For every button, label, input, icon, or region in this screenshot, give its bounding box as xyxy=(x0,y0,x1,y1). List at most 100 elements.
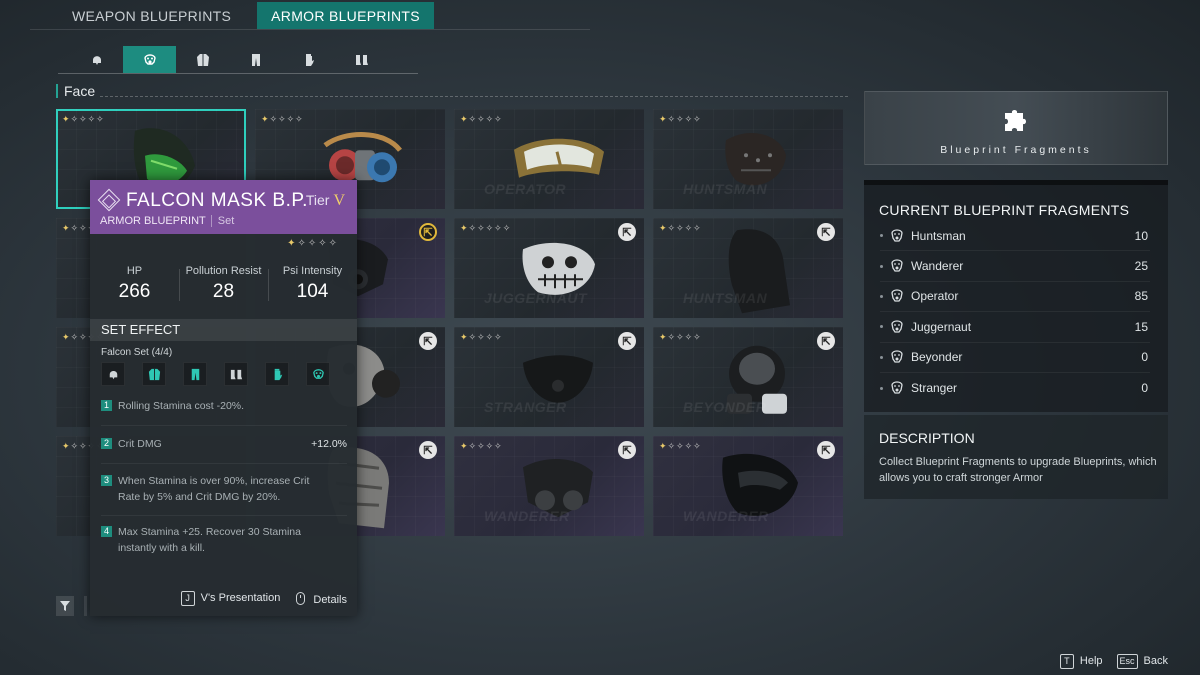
blueprint-card[interactable]: BEYONDER ✦✧✧✧✧ ⇱ xyxy=(653,327,843,427)
filter-divider xyxy=(84,596,87,616)
upgrade-badge-icon: ⇱ xyxy=(618,223,636,241)
fragment-name: Operator xyxy=(911,289,959,304)
fragment-row-stranger: Stranger 0 xyxy=(880,373,1150,403)
helmet-icon xyxy=(92,55,101,65)
fragment-count: 25 xyxy=(1134,259,1148,274)
glove-icon xyxy=(305,53,314,66)
section-divider xyxy=(100,96,848,97)
upgrade-badge-icon: ⇱ xyxy=(419,332,437,350)
tier-display: Tier V xyxy=(305,192,345,209)
category-divider xyxy=(58,73,418,74)
upgrade-badge-icon: ⇱ xyxy=(618,332,636,350)
set-piece-feet xyxy=(224,362,248,386)
pants-icon xyxy=(251,53,260,66)
stat-pollution-resist: Pollution Resist 28 xyxy=(179,265,268,303)
gas-mask-icon xyxy=(143,53,156,65)
tab-feet[interactable] xyxy=(335,46,388,73)
card-stars: ✦✧✧✧✧ xyxy=(261,114,304,124)
filter-icon xyxy=(60,601,70,611)
tabs-divider xyxy=(30,29,590,30)
archetype-watermark: BEYONDER xyxy=(683,399,767,415)
fragments-list: Huntsman 10 Wanderer 25 Operator 85 Juggernaut… xyxy=(880,221,1150,403)
mouse-icon xyxy=(296,591,306,605)
set-effect-header: SET EFFECT xyxy=(90,319,357,341)
fragments-banner: Blueprint Fragments xyxy=(864,91,1168,165)
filter-button[interactable] xyxy=(56,596,74,616)
tooltip-header: FALCON MASK B.P. Tier V ARMOR BLUEPRINT Se… xyxy=(90,180,357,234)
archetype-watermark: STRANGER xyxy=(484,399,567,415)
huntsman-mask-icon xyxy=(889,228,905,244)
archetype-watermark: HUNTSMAN xyxy=(683,181,768,197)
card-stars: ✦✧✧✧✧✧ xyxy=(460,223,512,233)
bullet-dot xyxy=(880,234,883,238)
card-stars: ✦✧✧✧✧ xyxy=(659,441,702,451)
tab-legs[interactable] xyxy=(229,46,282,73)
fragment-name: Beyonder xyxy=(911,350,963,365)
tab-torso[interactable] xyxy=(176,46,229,73)
fragment-count: 15 xyxy=(1134,319,1148,334)
help-button[interactable]: T Help xyxy=(1059,654,1103,669)
fragment-row-juggernaut: Juggernaut 15 xyxy=(880,312,1150,343)
set-effect-2: 2 Crit DMG +12.0% xyxy=(101,436,347,452)
upgrade-badge-icon: ⇱ xyxy=(817,332,835,350)
blueprint-card[interactable]: STRANGER ✦✧✧✧✧ ⇱ xyxy=(454,327,644,427)
tab-face[interactable] xyxy=(123,46,176,73)
bottom-hints: T Help Esc Back xyxy=(1059,654,1168,669)
description-panel: DESCRIPTION Collect Blueprint Fragments … xyxy=(864,415,1168,499)
beyonder-mask-icon xyxy=(889,349,905,365)
wanderer-mask-icon xyxy=(889,258,905,274)
fragment-name: Wanderer xyxy=(911,259,964,274)
back-button[interactable]: Esc Back xyxy=(1116,654,1168,669)
rank-icon xyxy=(97,188,121,212)
star-rating: ✦✧✧✧✧ xyxy=(287,238,339,249)
tab-armor-blueprints[interactable]: ARMOR BLUEPRINTS xyxy=(257,2,434,29)
presentation-button[interactable]: J V's Presentation xyxy=(180,591,280,606)
upgrade-badge-icon: ⇱ xyxy=(817,441,835,459)
archetype-watermark: WANDERER xyxy=(484,508,570,524)
fragment-count: 0 xyxy=(1141,381,1148,396)
fragments-banner-title: Blueprint Fragments xyxy=(940,144,1092,156)
description-text: Collect Blueprint Fragments to upgrade B… xyxy=(879,456,1157,484)
upgrade-badge-icon: ⇱ xyxy=(618,441,636,459)
set-name: Falcon Set (4/4) xyxy=(101,347,173,358)
stats-row: HP 266 Pollution Resist 28 Psi Intensity… xyxy=(90,265,357,303)
archetype-watermark: JUGGERNAUT xyxy=(484,290,588,306)
blueprint-card[interactable]: WANDERER ✦✧✧✧✧ ⇱ xyxy=(653,436,843,536)
section-title: Face xyxy=(56,84,95,98)
tab-weapon-blueprints[interactable]: WEAPON BLUEPRINTS xyxy=(58,2,245,29)
blueprint-card[interactable]: HUNTSMAN ✦✧✧✧✧ ⇱ xyxy=(653,218,843,318)
blueprint-name: FALCON MASK B.P. xyxy=(126,190,308,211)
puzzle-piece-icon xyxy=(1005,110,1026,131)
armor-category-tabs xyxy=(70,46,388,73)
jacket-icon xyxy=(196,53,209,66)
set-effect-4: 4 Max Stamina +25. Recover 30 Stamina ins… xyxy=(101,524,347,556)
fragments-panel: CURRENT BLUEPRINT FRAGMENTS Huntsman 10 Wa… xyxy=(864,180,1168,412)
set-tag: Set xyxy=(210,215,235,227)
tab-head[interactable] xyxy=(70,46,123,73)
fragment-row-beyonder: Beyonder 0 xyxy=(880,343,1150,373)
operator-mask-icon xyxy=(889,288,905,304)
blueprint-type: ARMOR BLUEPRINT Set xyxy=(100,215,235,227)
blueprint-card[interactable]: JUGGERNAUT ✦✧✧✧✧✧ ⇱ xyxy=(454,218,644,318)
helmet-icon xyxy=(109,370,117,379)
fragments-header: CURRENT BLUEPRINT FRAGMENTS xyxy=(879,202,1130,218)
blueprint-card[interactable]: WANDERER ✦✧✧✧✧ ⇱ xyxy=(454,436,644,536)
description-header: DESCRIPTION xyxy=(879,430,975,446)
juggernaut-mask-icon xyxy=(889,319,905,335)
blueprint-card[interactable]: OPERATOR ✦✧✧✧✧ xyxy=(454,109,644,209)
archetype-watermark: OPERATOR xyxy=(484,181,567,197)
set-effect-1: 1 Rolling Stamina cost -20%. xyxy=(101,398,347,414)
set-piece-legs xyxy=(183,362,207,386)
bullet-dot xyxy=(880,264,883,268)
archetype-watermark: HUNTSMAN xyxy=(683,290,768,306)
fragment-count: 0 xyxy=(1141,350,1148,365)
upgrade-ready-icon: ⇱ xyxy=(419,223,437,241)
details-button[interactable]: Details xyxy=(296,591,347,606)
card-stars: ✦✧✧✧✧ xyxy=(460,332,503,342)
tab-hands[interactable] xyxy=(282,46,335,73)
glove-icon xyxy=(274,368,282,380)
stranger-mask-icon xyxy=(889,380,905,396)
key-esc: Esc xyxy=(1116,654,1138,669)
set-piece-head xyxy=(101,362,125,386)
blueprint-card[interactable]: HUNTSMAN ✦✧✧✧✧ xyxy=(653,109,843,209)
